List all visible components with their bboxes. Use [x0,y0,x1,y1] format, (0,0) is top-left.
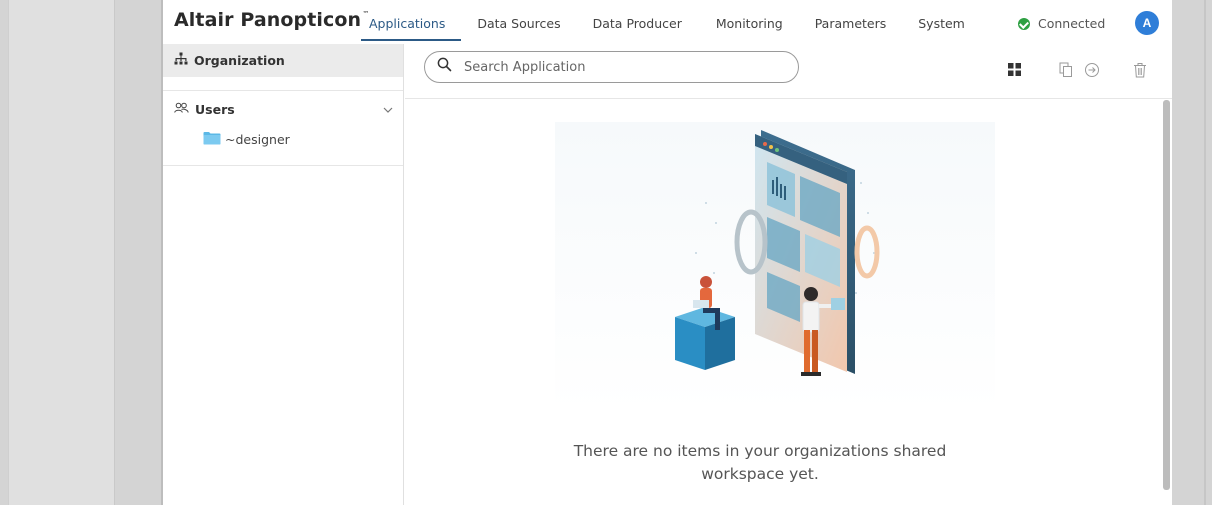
copy-icon[interactable] [1059,62,1073,83]
main-panel: There are no items in your organizations… [405,44,1172,505]
organization-label: Organization [194,53,285,68]
grid-view-icon[interactable] [1007,62,1022,82]
nav-monitoring[interactable]: Monitoring [716,0,783,44]
search-icon [437,57,452,77]
empty-workspace-illustration [555,122,995,412]
left-gutter [0,0,163,505]
sidebar-divider [163,90,403,91]
organization-header[interactable]: Organization [163,44,403,77]
nav-parameters[interactable]: Parameters [815,0,887,44]
users-icon [174,102,189,117]
nav-data-producer[interactable]: Data Producer [593,0,682,44]
sidebar: Organization Users ~designer [163,44,404,505]
main-nav: Applications Data Sources Data Producer … [360,0,965,44]
sidebar-divider-bottom [163,165,403,166]
user-avatar[interactable]: A [1135,11,1159,35]
right-gutter-line [1204,0,1206,505]
connection-status-label: Connected [1038,16,1106,31]
left-gutter-panel [8,0,115,505]
brand-logo[interactable]: Altair Panopticon™ [174,9,369,31]
users-label: Users [195,101,235,117]
connection-status: Connected [1018,16,1105,31]
app-window: Altair Panopticon™ Applications Data Sou… [163,0,1172,505]
nav-system[interactable]: System [918,0,965,44]
nav-applications[interactable]: Applications [360,0,462,44]
empty-state-message: There are no items in your organizations… [545,440,975,486]
delete-icon[interactable] [1133,62,1147,83]
brand-name: Altair Panopticon [174,9,362,31]
top-bar: Altair Panopticon™ Applications Data Sou… [163,0,1172,44]
vertical-scrollbar[interactable] [1163,100,1170,490]
search-box [424,51,799,83]
content-area: There are no items in your organizations… [405,100,1172,505]
empty-state-line-2: workspace yet. [701,465,819,483]
right-gutter [1172,0,1212,505]
check-circle-icon [1018,17,1030,30]
chevron-down-icon[interactable] [383,102,393,117]
folder-label: ~designer [225,131,290,147]
search-input[interactable] [464,59,764,75]
folder-item-designer[interactable]: ~designer [163,125,403,153]
main-toolbar [405,44,1172,99]
folder-icon [203,131,221,148]
move-icon[interactable] [1084,62,1100,83]
empty-state-line-1: There are no items in your organizations… [573,442,947,460]
org-tree-icon [174,52,188,69]
users-group[interactable]: Users [163,93,403,125]
nav-data-sources[interactable]: Data Sources [477,0,560,44]
